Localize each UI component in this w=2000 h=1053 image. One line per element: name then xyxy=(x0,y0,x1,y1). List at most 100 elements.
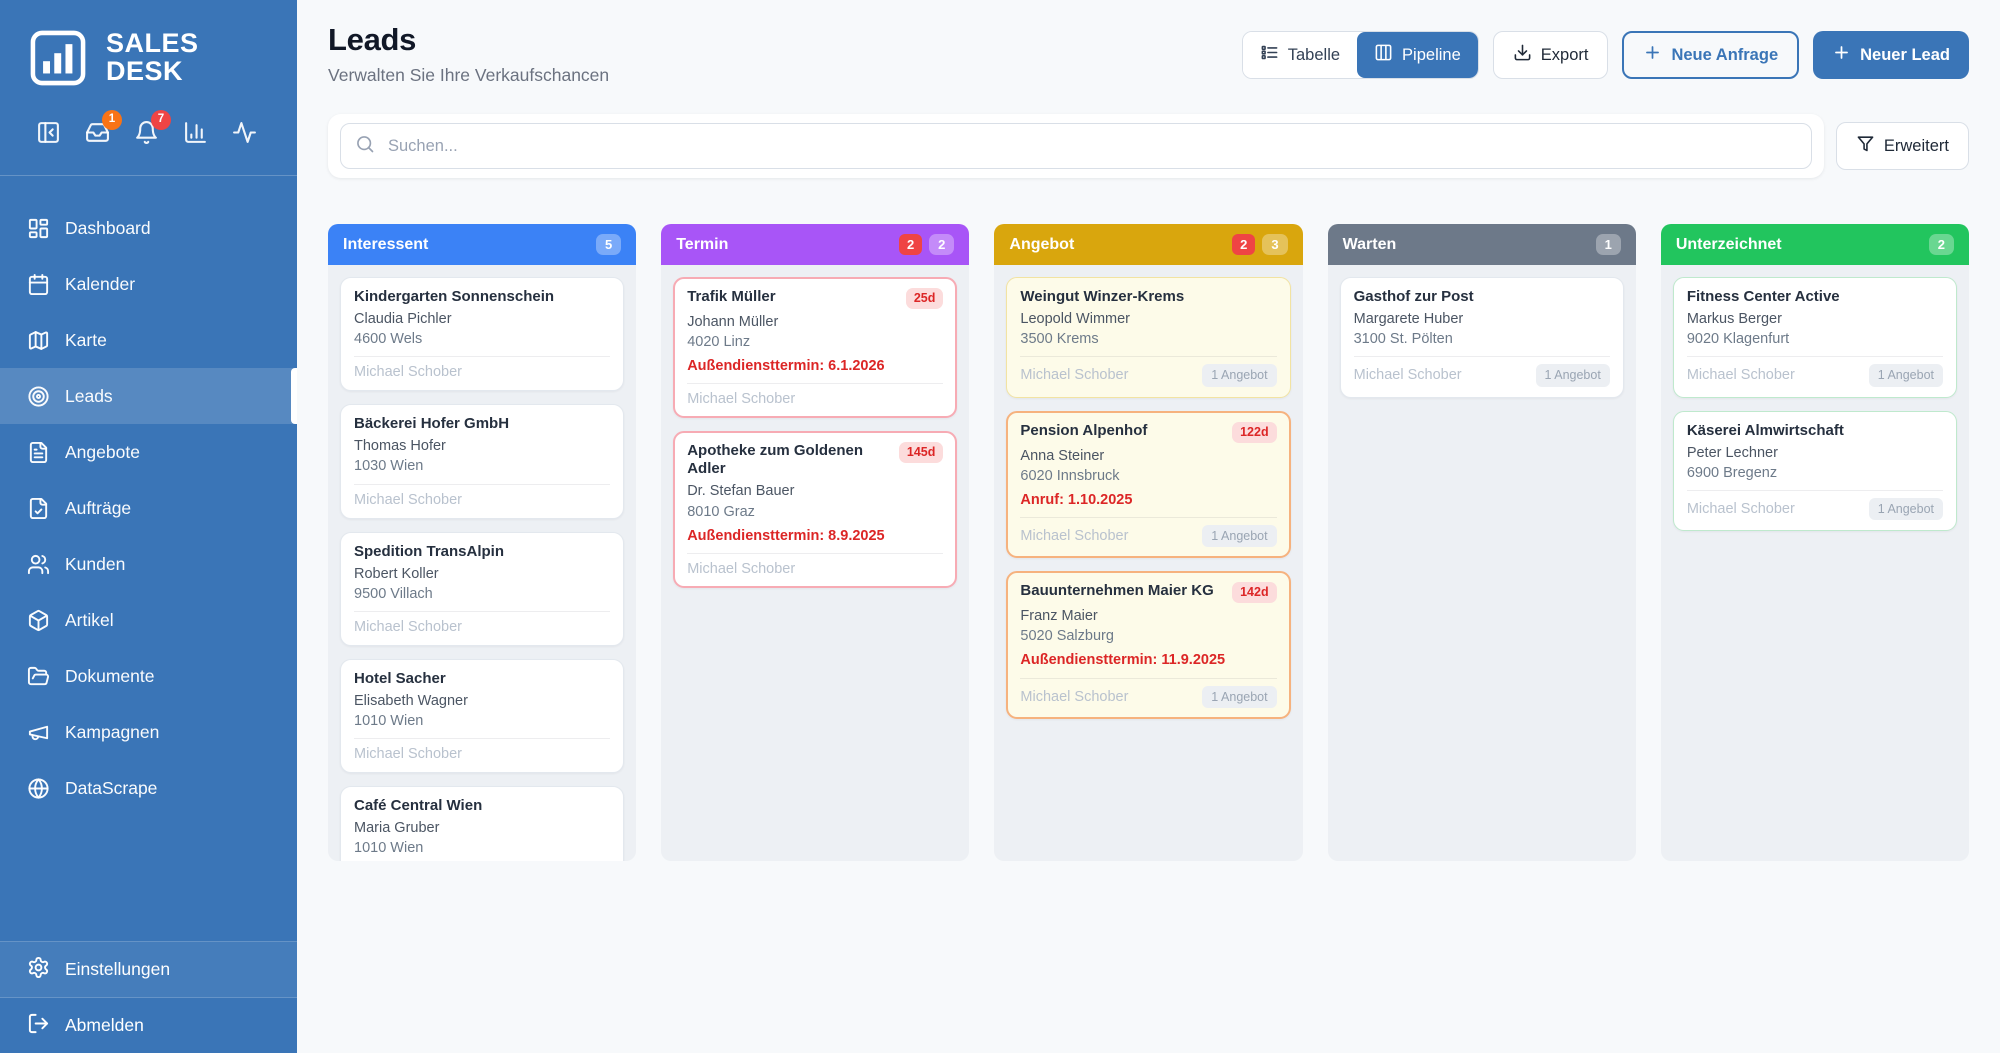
followup-date: Außendiensttermin: 8.9.2025 xyxy=(687,527,943,545)
panel-collapse-button[interactable] xyxy=(36,120,61,145)
owner-name: Michael Schober xyxy=(687,561,795,577)
sidebar-item-dashboard[interactable]: Dashboard xyxy=(0,200,297,256)
lead-card[interactable]: Bäckerei Hofer GmbHThomas Hofer1030 Wien… xyxy=(340,404,624,518)
activity-button[interactable] xyxy=(232,120,257,145)
advanced-filter-label: Erweitert xyxy=(1884,137,1949,156)
lead-card[interactable]: Weingut Winzer-KremsLeopold Wimmer3500 K… xyxy=(1006,277,1290,398)
main-content: Leads Verwalten Sie Ihre Verkaufschancen… xyxy=(297,0,2000,1053)
sidebar-nav: Dashboard KalenderKarte Leads AngeboteAuftr… xyxy=(0,200,297,816)
lead-card[interactable]: Spedition TransAlpin Robert Koller 9500 Vi… xyxy=(340,532,624,646)
view-toggle-pipeline[interactable]: Pipeline xyxy=(1357,32,1478,78)
sidebar-item-einstellungen[interactable]: Einstellungen xyxy=(0,942,297,998)
sidebar-quick-icons: 17 xyxy=(0,120,297,145)
filter-funnel-icon xyxy=(1856,134,1875,158)
owner-name: Michael Schober xyxy=(1020,367,1128,383)
column-badges: 2 xyxy=(1929,234,1954,256)
days-overdue-badge: 25d xyxy=(906,288,944,309)
search-icon xyxy=(355,134,375,159)
view-toggle-tabelle[interactable]: Tabelle xyxy=(1243,32,1357,78)
panel-collapse-icon xyxy=(36,120,61,145)
column-body: Trafik Müller25dJohann Müller4020 LinzAu… xyxy=(661,265,969,861)
lead-card[interactable]: Bauunternehmen Maier KG142dFranz Maier50… xyxy=(1006,571,1290,719)
lead-card[interactable]: Pension Alpenhof122dAnna Steiner6020 Inn… xyxy=(1006,411,1290,559)
activity-icon xyxy=(232,120,257,145)
new-inquiry-button[interactable]: Neue Anfrage xyxy=(1622,31,1799,79)
lead-card[interactable]: Café Central WienMaria Gruber1010 WienMi… xyxy=(340,786,624,861)
lead-card[interactable]: Käserei AlmwirtschaftPeter Lechner6900 B… xyxy=(1673,411,1957,532)
calendar-icon xyxy=(27,273,50,296)
megaphone-icon xyxy=(27,721,50,744)
column-title: Termin xyxy=(676,236,899,254)
sidebar-item-aufträge[interactable]: Aufträge xyxy=(0,480,297,536)
column-header: Angebot23 xyxy=(994,224,1302,265)
sidebar-item-leads[interactable]: Leads xyxy=(0,368,297,424)
sidebar-item-karte[interactable]: Karte xyxy=(0,312,297,368)
sidebar-item-angebote[interactable]: Angebote xyxy=(0,424,297,480)
card-top: Kindergarten Sonnenschein xyxy=(354,288,610,306)
city: 6900 Bregenz xyxy=(1687,464,1943,482)
sidebar-item-artikel[interactable]: Artikel xyxy=(0,592,297,648)
search-input[interactable] xyxy=(386,136,1797,157)
contact-name: Robert Koller xyxy=(354,565,610,583)
contact-name: Dr. Stefan Bauer xyxy=(687,482,943,500)
card-top: Café Central Wien xyxy=(354,797,610,815)
card-footer: Michael Schober1 Angebot xyxy=(1354,356,1610,386)
pipeline-column-unterzeichnet: Unterzeichnet2 Fitness Center ActiveMarku… xyxy=(1661,224,1969,861)
card-footer: Michael Schober1 Angebot xyxy=(1020,517,1276,547)
column-body: Gasthof zur PostMargarete Huber3100 St. … xyxy=(1328,265,1636,861)
column-badges: 23 xyxy=(1232,234,1287,256)
app-root: SALES DESK 17 DashboardKalenderKarteLead… xyxy=(0,0,2000,1053)
city: 9500 Villach xyxy=(354,585,610,603)
plus-icon xyxy=(1643,43,1662,67)
new-lead-button[interactable]: Neuer Lead xyxy=(1813,31,1969,79)
sidebar-item-label: Leads xyxy=(65,386,113,407)
pipeline-column-warten: Warten1Gasthof zur PostMargarete Huber31… xyxy=(1328,224,1636,861)
inbox-button[interactable]: 1 xyxy=(85,120,110,145)
offer-count-badge: 1 Angebot xyxy=(1202,364,1276,386)
city: 1030 Wien xyxy=(354,457,610,475)
card-top: Pension Alpenhof122d xyxy=(1020,422,1276,443)
lead-card[interactable]: Apotheke zum Goldenen Adler145dDr. Stefa… xyxy=(673,431,957,587)
lead-card[interactable]: Gasthof zur PostMargarete Huber3100 St. … xyxy=(1340,277,1624,398)
lead-card[interactable]: Trafik Müller25dJohann Müller4020 LinzAu… xyxy=(673,277,957,418)
bar-chart-button[interactable] xyxy=(183,120,208,145)
bar-chart-icon xyxy=(183,120,208,145)
owner-name: Michael Schober xyxy=(354,364,462,380)
card-footer: Michael Schober 1 Angebot xyxy=(1020,356,1276,386)
lead-card[interactable]: Kindergarten Sonnenschein Claudia Pichler… xyxy=(340,277,624,391)
file-check-icon xyxy=(27,497,50,520)
search-row: Erweitert xyxy=(328,114,1969,178)
dashboard-icon xyxy=(27,217,50,240)
sidebar-item-kalender[interactable]: Kalender xyxy=(0,256,297,312)
column-alert-count-badge: 2 xyxy=(899,234,922,256)
sidebar-item-abmelden[interactable]: Abmelden xyxy=(0,998,297,1053)
search-card xyxy=(328,114,1824,178)
column-title: Unterzeichnet xyxy=(1676,236,1929,254)
lead-card[interactable]: Fitness Center ActiveMarkus Berger9020 K… xyxy=(1673,277,1957,398)
column-body: Weingut Winzer-KremsLeopold Wimmer3500 K… xyxy=(994,265,1302,861)
page-title: Leads xyxy=(328,22,609,58)
columns-view-icon xyxy=(1374,43,1393,67)
column-badges: 5 xyxy=(596,234,621,256)
file-text-icon xyxy=(27,441,50,464)
contact-name: Claudia Pichler xyxy=(354,310,610,328)
advanced-filter-button[interactable]: Erweitert xyxy=(1836,122,1969,170)
pipeline-board: Interessent5Kindergarten SonnenscheinCla… xyxy=(328,224,1969,861)
card-top: Spedition TransAlpin xyxy=(354,543,610,561)
lead-card[interactable]: Hotel SacherElisabeth Wagner1010 WienMic… xyxy=(340,659,624,773)
sidebar-footer: EinstellungenAbmelden xyxy=(0,941,297,1053)
export-button[interactable]: Export xyxy=(1493,31,1609,79)
new-inquiry-button-label: Neue Anfrage xyxy=(1671,46,1778,65)
sidebar-item-dokumente[interactable]: Dokumente xyxy=(0,648,297,704)
bell-button[interactable]: 7 xyxy=(134,120,159,145)
app-name: SALES DESK xyxy=(106,30,199,85)
sidebar-item-kunden[interactable]: Kunden xyxy=(0,536,297,592)
sidebar-item-label: Dashboard xyxy=(65,218,151,239)
company-name: Bauunternehmen Maier KG xyxy=(1020,582,1213,600)
card-footer: Michael Schober xyxy=(687,383,943,407)
sidebar-item-kampagnen[interactable]: Kampagnen xyxy=(0,704,297,760)
company-name: Café Central Wien xyxy=(354,797,482,815)
contact-name: Elisabeth Wagner xyxy=(354,692,610,710)
pipeline-column-interessent: Interessent5Kindergarten SonnenscheinCla… xyxy=(328,224,636,861)
sidebar-item-datascrape[interactable]: DataScrape xyxy=(0,760,297,816)
